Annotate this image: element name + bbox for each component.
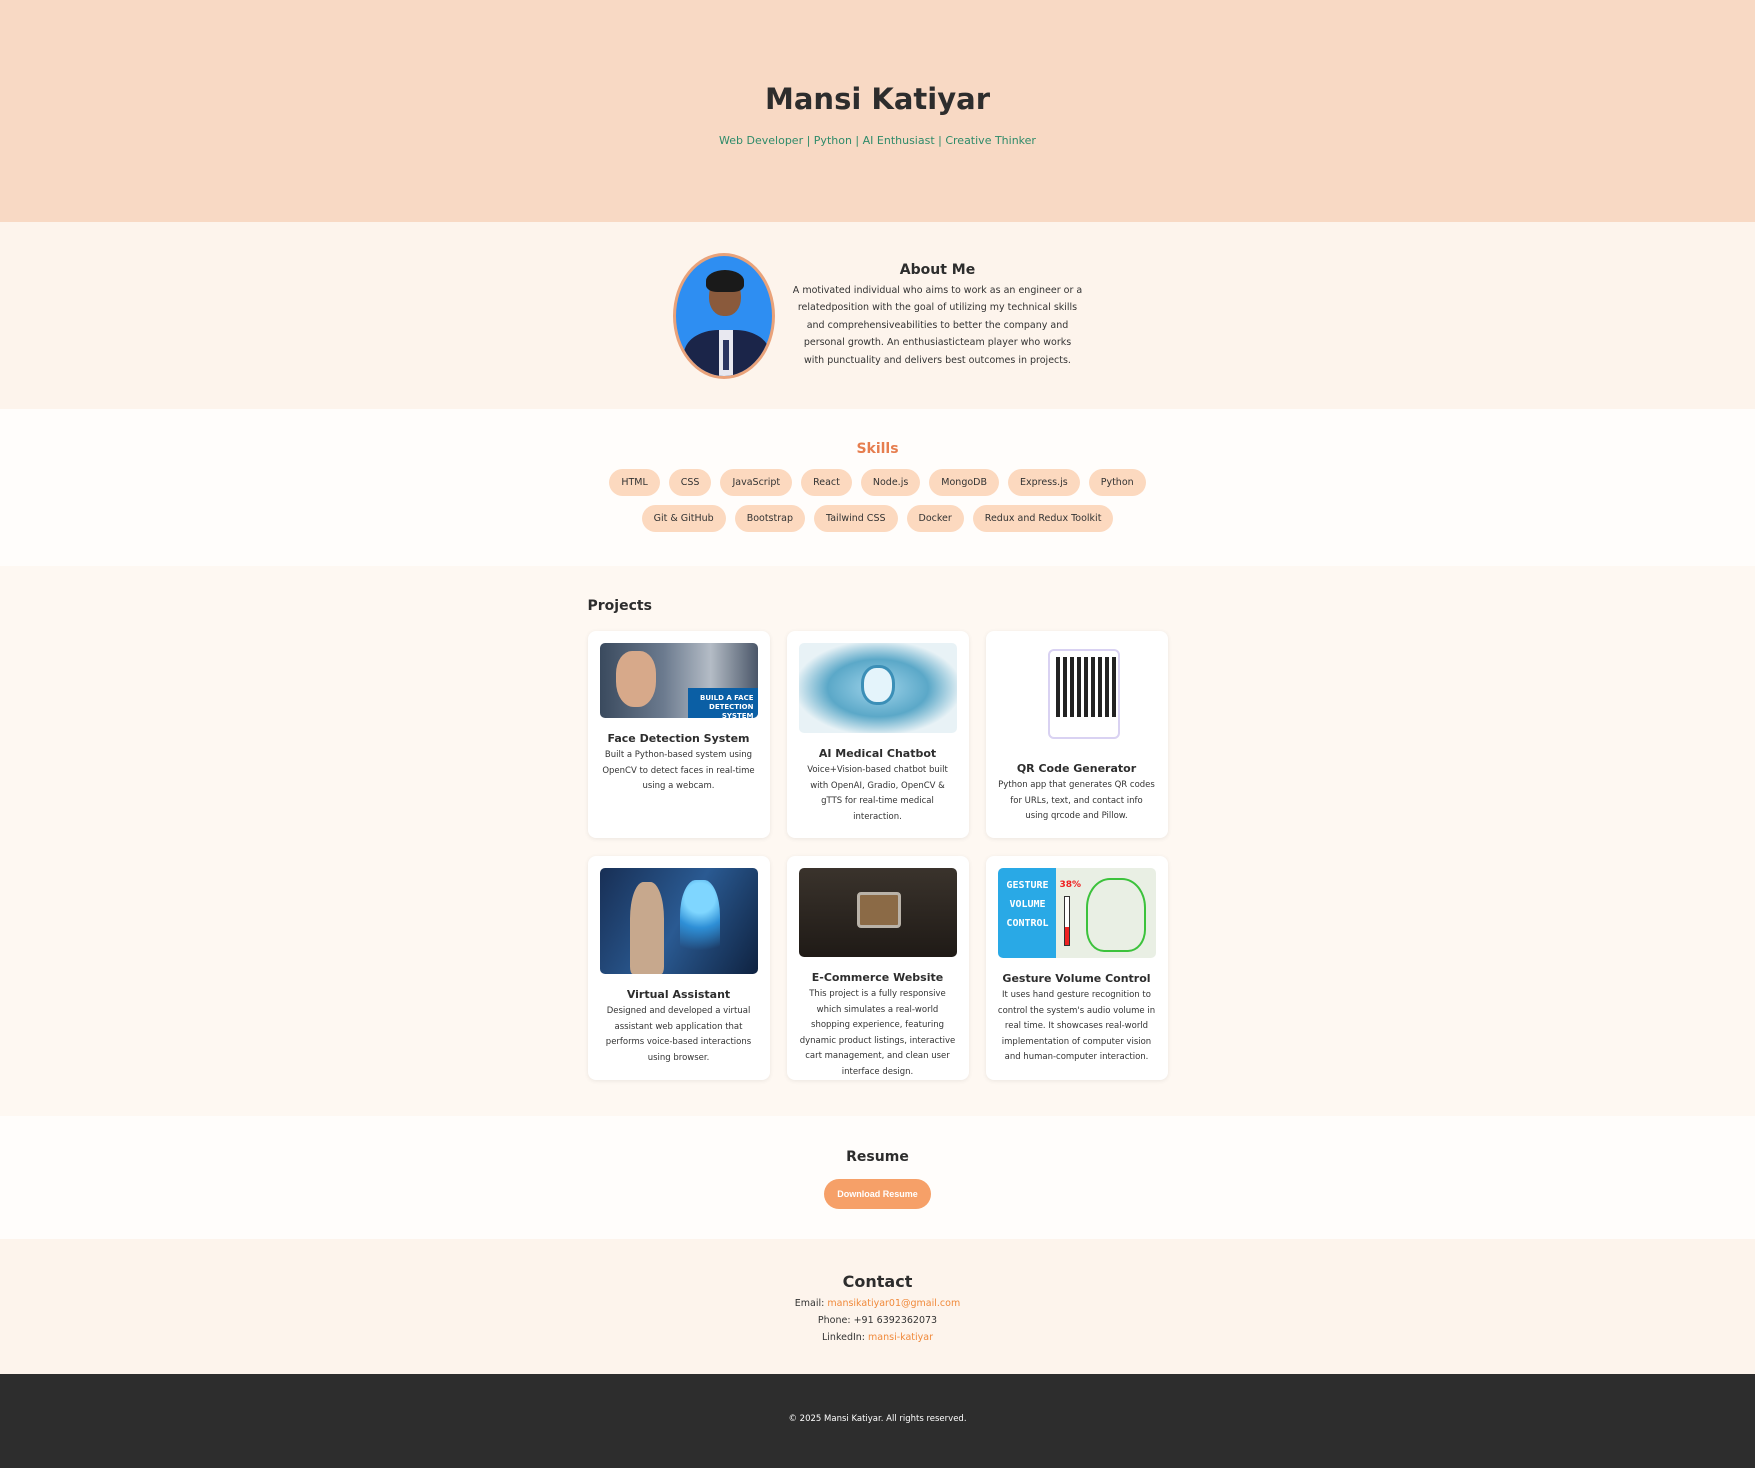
page-title: Mansi Katiyar	[765, 82, 990, 116]
contact-title: Contact	[842, 1272, 913, 1291]
skill-chip: CSS	[668, 469, 712, 496]
skill-chip: React	[801, 469, 852, 496]
project-card-qr-generator[interactable]: QR Code Generator Python app that genera…	[985, 631, 1168, 838]
skills-section: Skills HTML CSS JavaScript React Node.js…	[0, 409, 1755, 566]
project-title: Face Detection System	[607, 732, 750, 745]
skill-chip: Express.js	[1008, 469, 1080, 496]
contact-linkedin: LinkedIn: mansi-katiyar	[0, 1329, 1755, 1346]
project-desc: Voice+Vision-based chatbot built with Op…	[807, 765, 948, 822]
project-title: AI Medical Chatbot	[818, 747, 937, 760]
download-resume-button[interactable]: Download Resume	[824, 1179, 931, 1209]
projects-title: Projects	[587, 598, 652, 614]
project-card-ecommerce[interactable]: E-Commerce Website This project is a ful…	[786, 856, 969, 1080]
volume-bar	[1063, 896, 1070, 946]
skill-chip: MongoDB	[929, 469, 1000, 496]
project-card-virtual-assistant[interactable]: Virtual Assistant Designed and developed…	[587, 856, 770, 1080]
footer: © 2025 Mansi Katiyar. All rights reserve…	[0, 1374, 1755, 1468]
resume-section: Resume Download Resume	[0, 1116, 1755, 1239]
project-image: BUILD A FACE DETECTION SYSTEM	[599, 643, 758, 718]
phone-value: +91 6392362073	[853, 1315, 938, 1326]
project-image	[798, 643, 957, 733]
skill-chip: JavaScript	[720, 469, 793, 496]
copyright-text: © 2025 Mansi Katiyar. All rights reserve…	[788, 1414, 967, 1424]
skill-chip: Git & GitHub	[641, 505, 726, 532]
linkedin-link[interactable]: mansi-katiyar	[868, 1332, 933, 1343]
skill-chip: HTML	[609, 469, 660, 496]
skill-chip: Redux and Redux Toolkit	[972, 505, 1114, 532]
project-title: QR Code Generator	[1016, 762, 1137, 775]
image-banner-text: BUILD A FACE DETECTION SYSTEM	[687, 688, 758, 718]
project-image	[599, 868, 758, 974]
project-desc: It uses hand gesture recognition to cont…	[997, 990, 1156, 1062]
skill-chip: Bootstrap	[734, 505, 805, 532]
project-desc: This project is a fully responsive which…	[799, 989, 956, 1077]
skill-chip: Tailwind CSS	[814, 505, 898, 532]
skills-title: Skills	[856, 441, 899, 457]
avatar	[672, 252, 775, 379]
skills-row-1: HTML CSS JavaScript React Node.js MongoD…	[0, 469, 1755, 496]
project-desc: Built a Python-based system using OpenCV…	[602, 750, 755, 791]
project-desc: Python app that generates QR codes for U…	[998, 780, 1155, 821]
cart-icon	[856, 892, 901, 928]
linkedin-label: LinkedIn:	[821, 1332, 865, 1343]
skills-row-2: Git & GitHub Bootstrap Tailwind CSS Dock…	[0, 505, 1755, 532]
hand-icon	[1085, 878, 1146, 952]
project-title: Virtual Assistant	[626, 988, 731, 1001]
projects-section: Projects BUILD A FACE DETECTION SYSTEM F…	[0, 566, 1755, 1116]
project-image: GESTURE VOLUME CONTROL 38%	[997, 868, 1156, 958]
image-percent-text: 38%	[1059, 880, 1082, 890]
project-title: E-Commerce Website	[811, 971, 944, 984]
contact-phone: Phone: +91 6392362073	[0, 1312, 1755, 1329]
email-label: Email:	[794, 1298, 825, 1309]
tagline: Web Developer | Python | AI Enthusiast |…	[719, 134, 1036, 147]
image-title-text: GESTURE VOLUME CONTROL	[1006, 880, 1049, 929]
skill-chip: Node.js	[860, 469, 921, 496]
project-image	[798, 868, 957, 957]
phone-label: Phone:	[817, 1315, 851, 1326]
about-section: About Me A motivated individual who aims…	[0, 222, 1755, 409]
skill-chip: Docker	[906, 505, 964, 532]
contact-section: Contact Email: mansikatiyar01@gmail.com …	[0, 1239, 1755, 1374]
skill-chip: Python	[1088, 469, 1146, 496]
project-card-medical-chatbot[interactable]: AI Medical Chatbot Voice+Vision-based ch…	[786, 631, 969, 838]
about-text: A motivated individual who aims to work …	[792, 284, 1083, 366]
project-desc: Designed and developed a virtual assista…	[605, 1006, 752, 1063]
project-card-gesture-volume[interactable]: GESTURE VOLUME CONTROL 38% Gesture Volum…	[985, 856, 1168, 1080]
project-image	[997, 643, 1156, 748]
email-link[interactable]: mansikatiyar01@gmail.com	[827, 1298, 960, 1309]
resume-title: Resume	[846, 1149, 909, 1165]
hero-header: Mansi Katiyar Web Developer | Python | A…	[0, 0, 1755, 222]
project-title: Gesture Volume Control	[1002, 972, 1151, 985]
about-title: About Me	[899, 261, 976, 278]
contact-email: Email: mansikatiyar01@gmail.com	[0, 1295, 1755, 1312]
project-card-face-detection[interactable]: BUILD A FACE DETECTION SYSTEM Face Detec…	[587, 631, 770, 838]
qr-code-icon	[1047, 649, 1120, 739]
